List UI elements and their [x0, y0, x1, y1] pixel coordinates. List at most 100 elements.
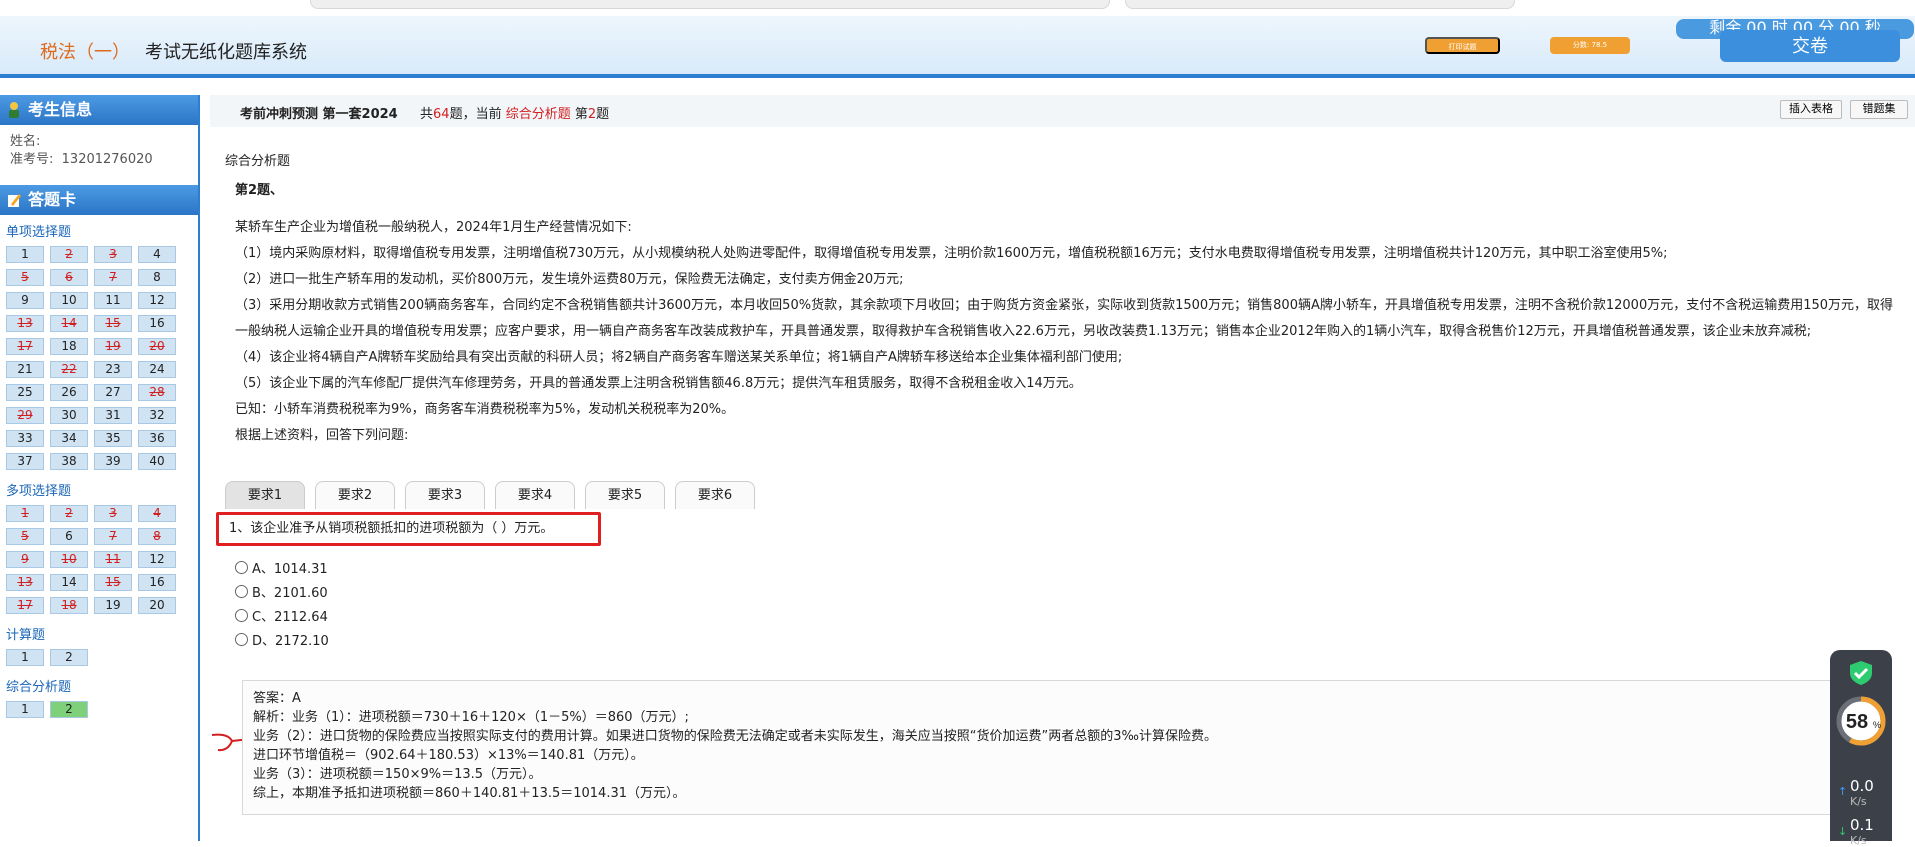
answer-line: 答案：A: [253, 691, 301, 706]
card-question-cell[interactable]: 31: [94, 407, 132, 424]
submit-button[interactable]: 交卷: [1720, 30, 1900, 62]
tab-requirement-5[interactable]: 要求5: [585, 481, 665, 509]
card-question-cell[interactable]: 15: [94, 315, 132, 332]
card-question-grid: 12: [0, 699, 198, 722]
card-question-cell[interactable]: 1: [6, 701, 44, 718]
option-row[interactable]: B、2101.60: [235, 579, 329, 603]
card-question-cell[interactable]: 39: [94, 453, 132, 470]
download-speed: 0.1 K/s: [1850, 816, 1874, 847]
card-question-cell[interactable]: 12: [138, 551, 176, 568]
insert-table-button[interactable]: 插入表格: [1780, 100, 1842, 119]
stem-paragraph: （1）境内采购原材料，取得增值税专用发票，注明增值税730万元，从小规模纳税人处…: [235, 246, 1668, 261]
print-button[interactable]: 打印试题: [1425, 37, 1500, 54]
stem-paragraph: （4）该企业将4辆自产A牌轿车奖励给具有突出贡献的科研人员；将2辆自产商务客车赠…: [235, 350, 1123, 365]
card-question-cell[interactable]: 5: [6, 269, 44, 286]
card-question-cell[interactable]: 40: [138, 453, 176, 470]
card-question-cell[interactable]: 8: [138, 528, 176, 545]
card-question-cell[interactable]: 12: [138, 292, 176, 309]
card-question-cell[interactable]: 14: [50, 574, 88, 591]
address-bar-remnant[interactable]: [310, 0, 1110, 9]
search-bar-remnant[interactable]: [1125, 0, 1515, 9]
card-question-cell[interactable]: 3: [94, 246, 132, 263]
option-row[interactable]: C、2112.64: [235, 603, 329, 627]
card-question-cell[interactable]: 18: [50, 338, 88, 355]
card-question-cell[interactable]: 11: [94, 292, 132, 309]
card-question-cell[interactable]: 33: [6, 430, 44, 447]
card-question-cell[interactable]: 13: [6, 574, 44, 591]
card-question-grid: 1 2 3 4 5 6 7 8 9 10 11 12 13 14 15 16 17 18 19 20 21 22 23 24 2…: [0, 244, 198, 474]
card-question-cell[interactable]: 3: [94, 505, 132, 522]
card-question-cell[interactable]: 8: [138, 269, 176, 286]
card-question-cell[interactable]: 32: [138, 407, 176, 424]
card-question-cell[interactable]: 19: [94, 338, 132, 355]
answer-line: 业务（3）：进项税额＝150×9%＝13.5（万元）。: [253, 767, 542, 782]
card-question-cell[interactable]: 23: [94, 361, 132, 378]
card-question-cell[interactable]: 1: [6, 649, 44, 666]
card-question-cell[interactable]: 2: [50, 701, 88, 718]
card-question-cell[interactable]: 15: [94, 574, 132, 591]
question-counter: 共64题，当前 综合分析题 第2题: [420, 107, 610, 122]
card-question-cell[interactable]: 9: [6, 292, 44, 309]
tab-requirement-1[interactable]: 要求1: [225, 481, 305, 509]
network-speed-widget[interactable]: 58 % ↑ 0.0 K/s ↓ 0.1 K/s: [1830, 650, 1892, 847]
card-question-cell[interactable]: 20: [138, 338, 176, 355]
card-question-cell[interactable]: 2: [50, 246, 88, 263]
answer-options: A、1014.31 B、2101.60 C、2112.64 D、2172.10: [235, 555, 329, 651]
card-question-cell[interactable]: 4: [138, 246, 176, 263]
card-question-cell[interactable]: 11: [94, 551, 132, 568]
card-question-cell[interactable]: 36: [138, 430, 176, 447]
wrong-set-button[interactable]: 错题集: [1850, 100, 1908, 119]
card-question-cell[interactable]: 10: [50, 551, 88, 568]
card-question-cell[interactable]: 1: [6, 505, 44, 522]
card-question-cell[interactable]: 16: [138, 574, 176, 591]
tab-requirement-3[interactable]: 要求3: [405, 481, 485, 509]
card-question-cell[interactable]: 34: [50, 430, 88, 447]
card-question-cell[interactable]: 21: [6, 361, 44, 378]
card-question-cell[interactable]: 2: [50, 505, 88, 522]
card-question-cell[interactable]: 37: [6, 453, 44, 470]
option-radio[interactable]: [235, 560, 248, 574]
option-radio[interactable]: [235, 608, 248, 622]
option-row[interactable]: A、1014.31: [235, 555, 329, 579]
card-question-cell[interactable]: 1: [6, 246, 44, 263]
main-panel: 考前冲刺预测 第一套2024 共64题，当前 综合分析题 第2题 插入表格 错题…: [210, 95, 1915, 841]
card-question-cell[interactable]: 9: [6, 551, 44, 568]
card-question-cell[interactable]: 20: [138, 597, 176, 614]
tab-requirement-2[interactable]: 要求2: [315, 481, 395, 509]
card-question-cell[interactable]: 6: [50, 528, 88, 545]
card-question-cell[interactable]: 18: [50, 597, 88, 614]
option-row[interactable]: D、2172.10: [235, 627, 329, 651]
card-question-cell[interactable]: 17: [6, 338, 44, 355]
card-question-cell[interactable]: 2: [50, 649, 88, 666]
card-question-cell[interactable]: 30: [50, 407, 88, 424]
card-question-cell[interactable]: 17: [6, 597, 44, 614]
question-topbar: 考前冲刺预测 第一套2024 共64题，当前 综合分析题 第2题 插入表格 错题…: [210, 95, 1915, 127]
card-question-cell[interactable]: 26: [50, 384, 88, 401]
option-radio[interactable]: [235, 632, 248, 646]
tab-requirement-6[interactable]: 要求6: [675, 481, 755, 509]
edit-icon: [8, 194, 21, 207]
card-question-cell[interactable]: 7: [94, 269, 132, 286]
card-question-cell[interactable]: 28: [138, 384, 176, 401]
card-question-cell[interactable]: 14: [50, 315, 88, 332]
card-question-grid: 12: [0, 647, 198, 670]
card-question-cell[interactable]: 6: [50, 269, 88, 286]
card-question-cell[interactable]: 38: [50, 453, 88, 470]
card-question-cell[interactable]: 24: [138, 361, 176, 378]
card-question-cell[interactable]: 27: [94, 384, 132, 401]
browser-strip: [0, 0, 1915, 16]
card-question-cell[interactable]: 5: [6, 528, 44, 545]
card-question-cell[interactable]: 7: [94, 528, 132, 545]
card-question-cell[interactable]: 22: [50, 361, 88, 378]
card-question-cell[interactable]: 29: [6, 407, 44, 424]
card-question-cell[interactable]: 4: [138, 505, 176, 522]
tab-requirement-4[interactable]: 要求4: [495, 481, 575, 509]
option-radio[interactable]: [235, 584, 248, 598]
card-question-cell[interactable]: 19: [94, 597, 132, 614]
card-question-cell[interactable]: 35: [94, 430, 132, 447]
card-question-cell[interactable]: 16: [138, 315, 176, 332]
card-question-cell[interactable]: 25: [6, 384, 44, 401]
card-question-cell[interactable]: 10: [50, 292, 88, 309]
card-section-label: 计算题: [6, 628, 46, 643]
card-question-cell[interactable]: 13: [6, 315, 44, 332]
